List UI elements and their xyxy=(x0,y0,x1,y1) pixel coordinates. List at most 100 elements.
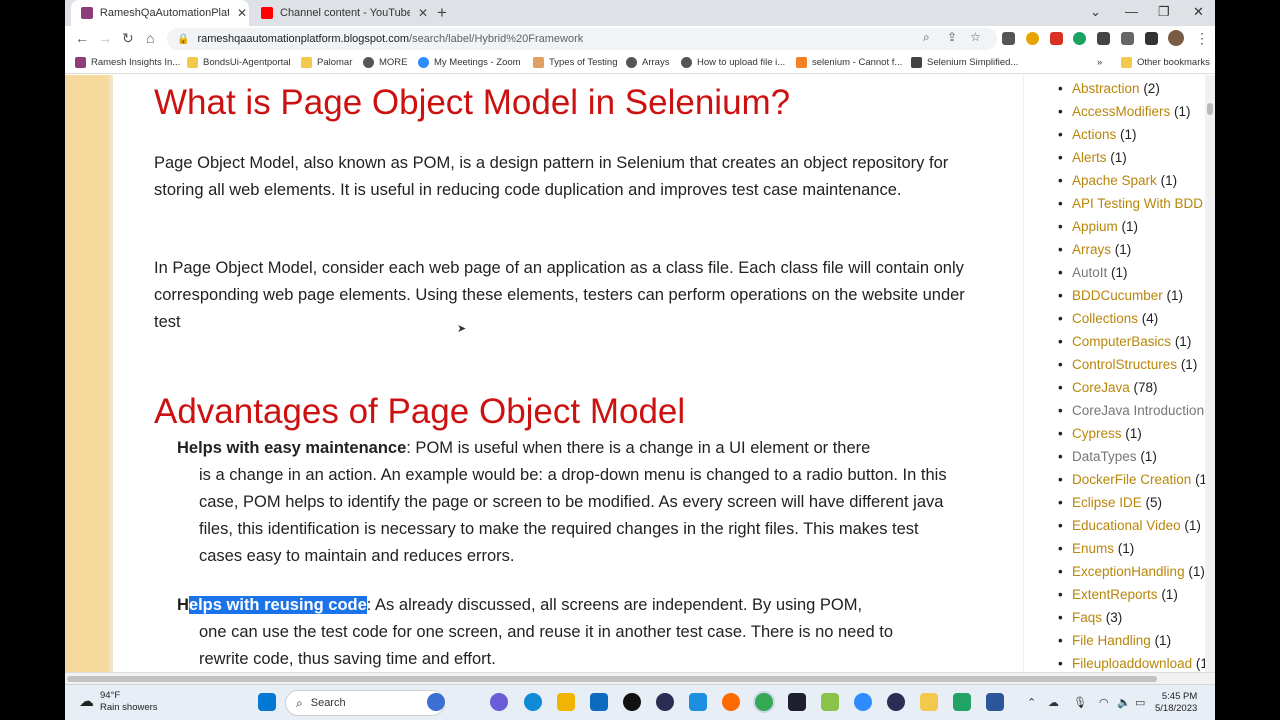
microphone-icon[interactable]: 🎙 xyxy=(1073,696,1087,709)
label-link[interactable]: DockerFile Creation xyxy=(1072,472,1191,487)
bookmarks-overflow-icon[interactable]: » xyxy=(1097,57,1102,68)
bing-icon[interactable] xyxy=(427,693,445,711)
label-link[interactable]: CoreJava xyxy=(1072,380,1130,395)
tab-youtube-studio[interactable]: Channel content - YouTube Studi ✕ xyxy=(251,0,431,26)
windows-start-icon[interactable] xyxy=(258,693,276,711)
weather-widget[interactable]: ☁ 94°F Rain showers xyxy=(79,690,158,714)
bookmark-item[interactable]: Ramesh Insights In... xyxy=(75,57,180,68)
label-count: (1) xyxy=(1180,357,1198,372)
app-icon[interactable] xyxy=(788,693,806,711)
firefox-icon[interactable] xyxy=(722,693,740,711)
avatar[interactable] xyxy=(1168,30,1184,46)
label-link[interactable]: AutoIt xyxy=(1072,265,1107,280)
label-item: Alerts (1) xyxy=(1058,150,1127,165)
battery-icon[interactable]: ▭ xyxy=(1135,696,1145,709)
bookmark-item[interactable]: selenium - Cannot f... xyxy=(796,57,902,68)
label-link[interactable]: File Handling xyxy=(1072,633,1151,648)
close-window-button[interactable]: ✕ xyxy=(1193,4,1204,20)
onedrive-icon[interactable]: ☁ xyxy=(1048,696,1059,709)
bookmark-star-icon[interactable]: ☆ xyxy=(970,30,981,44)
label-link[interactable]: AccessModifiers xyxy=(1072,104,1170,119)
chevron-up-icon[interactable]: ⌃ xyxy=(1027,696,1036,709)
label-link[interactable]: Apache Spark xyxy=(1072,173,1157,188)
bookmark-item[interactable]: Types of Testing xyxy=(533,57,617,68)
maximize-button[interactable]: ❐ xyxy=(1158,4,1170,20)
bookmark-item[interactable]: BondsUi-Agentportal xyxy=(187,57,291,68)
wifi-icon[interactable]: ◠ xyxy=(1099,696,1109,709)
close-tab-icon[interactable]: ✕ xyxy=(235,6,249,20)
label-link[interactable]: ExceptionHandling xyxy=(1072,564,1185,579)
new-tab-button[interactable]: + xyxy=(437,3,447,23)
extension-icon[interactable] xyxy=(1050,32,1063,45)
home-icon[interactable]: ⌂ xyxy=(146,30,154,46)
label-link[interactable]: API Testing With BDD xyxy=(1072,196,1203,211)
excel-icon[interactable] xyxy=(953,693,971,711)
label-link[interactable]: CoreJava Introduction xyxy=(1072,403,1204,418)
bookmark-item[interactable]: MORE xyxy=(363,57,408,68)
close-tab-icon[interactable]: ✕ xyxy=(416,6,430,20)
bookmark-item[interactable]: My Meetings - Zoom xyxy=(418,57,521,68)
label-link[interactable]: ComputerBasics xyxy=(1072,334,1171,349)
other-bookmarks[interactable]: Other bookmarks xyxy=(1121,57,1210,68)
back-icon[interactable]: ← xyxy=(75,30,89,46)
zoom-app-icon[interactable] xyxy=(854,693,872,711)
reload-icon[interactable]: ↻ xyxy=(122,30,134,47)
teams-chat-icon[interactable] xyxy=(490,693,508,711)
label-link[interactable]: Alerts xyxy=(1072,150,1107,165)
app-icon[interactable] xyxy=(887,693,905,711)
bookmark-item[interactable]: Palomar xyxy=(301,57,352,68)
share-icon[interactable]: ⇪ xyxy=(947,30,957,44)
bookmark-item[interactable]: How to upload file i... xyxy=(681,57,785,68)
label-link[interactable]: Arrays xyxy=(1072,242,1111,257)
zoom-icon[interactable]: ⌕ xyxy=(923,30,930,45)
app-icon[interactable] xyxy=(656,693,674,711)
horizontal-scrollbar[interactable] xyxy=(65,672,1215,684)
cast-icon[interactable] xyxy=(1002,32,1015,45)
notes-icon[interactable] xyxy=(920,693,938,711)
scroll-thumb[interactable] xyxy=(67,676,1157,682)
extension-icon[interactable] xyxy=(1097,32,1110,45)
label-item: AutoIt (1) xyxy=(1058,265,1127,280)
menu-icon[interactable]: ⋮ xyxy=(1195,30,1209,47)
puzzle-icon[interactable] xyxy=(1121,32,1134,45)
taskbar-search[interactable]: ⌕ Search xyxy=(285,690,445,716)
chrome-icon[interactable] xyxy=(755,693,773,711)
bookmark-item[interactable]: Selenium Simplified... xyxy=(911,57,1018,68)
snipping-tool-icon[interactable] xyxy=(821,693,839,711)
grammarly-icon[interactable] xyxy=(1073,32,1086,45)
minimize-button[interactable]: — xyxy=(1125,4,1138,19)
scroll-thumb[interactable] xyxy=(1207,103,1213,115)
label-item: Enums (1) xyxy=(1058,541,1134,556)
label-link[interactable]: BDDCucumber xyxy=(1072,288,1163,303)
word-icon[interactable] xyxy=(986,693,1004,711)
address-bar[interactable]: 🔒 rameshqaautomationplatform.blogspot.co… xyxy=(167,28,997,50)
app-icon[interactable] xyxy=(689,693,707,711)
forward-icon[interactable]: → xyxy=(98,30,112,46)
store-icon[interactable] xyxy=(590,693,608,711)
system-clock[interactable]: 5:45 PM 5/18/2023 xyxy=(1155,691,1197,715)
volume-icon[interactable]: 🔈 xyxy=(1117,696,1131,709)
label-link[interactable]: Actions xyxy=(1072,127,1116,142)
label-link[interactable]: Fileuploaddownload xyxy=(1072,656,1192,671)
tab-search-icon[interactable]: ⌄ xyxy=(1090,4,1101,20)
label-link[interactable]: DataTypes xyxy=(1072,449,1137,464)
file-explorer-icon[interactable] xyxy=(557,693,575,711)
label-link[interactable]: Faqs xyxy=(1072,610,1102,625)
label-link[interactable]: Eclipse IDE xyxy=(1072,495,1142,510)
label-link[interactable]: Collections xyxy=(1072,311,1138,326)
bookmark-item[interactable]: Arrays xyxy=(626,57,669,68)
extension-icon[interactable] xyxy=(1026,32,1039,45)
vertical-scrollbar[interactable] xyxy=(1205,75,1215,672)
label-link[interactable]: Abstraction xyxy=(1072,81,1140,96)
dell-icon[interactable] xyxy=(623,693,641,711)
tab-rameshqa[interactable]: RameshQaAutomationPlatform ✕ xyxy=(71,0,249,26)
label-link[interactable]: Appium xyxy=(1072,219,1118,234)
label-link[interactable]: ExtentReports xyxy=(1072,587,1158,602)
label-link[interactable]: Educational Video xyxy=(1072,518,1181,533)
label-link[interactable]: Enums xyxy=(1072,541,1114,556)
edge-icon[interactable] xyxy=(524,693,542,711)
label-link[interactable]: Cypress xyxy=(1072,426,1122,441)
sidepanel-icon[interactable] xyxy=(1145,32,1158,45)
label-link[interactable]: ControlStructures xyxy=(1072,357,1177,372)
advantage-title: Helps with reusing code xyxy=(177,596,367,614)
